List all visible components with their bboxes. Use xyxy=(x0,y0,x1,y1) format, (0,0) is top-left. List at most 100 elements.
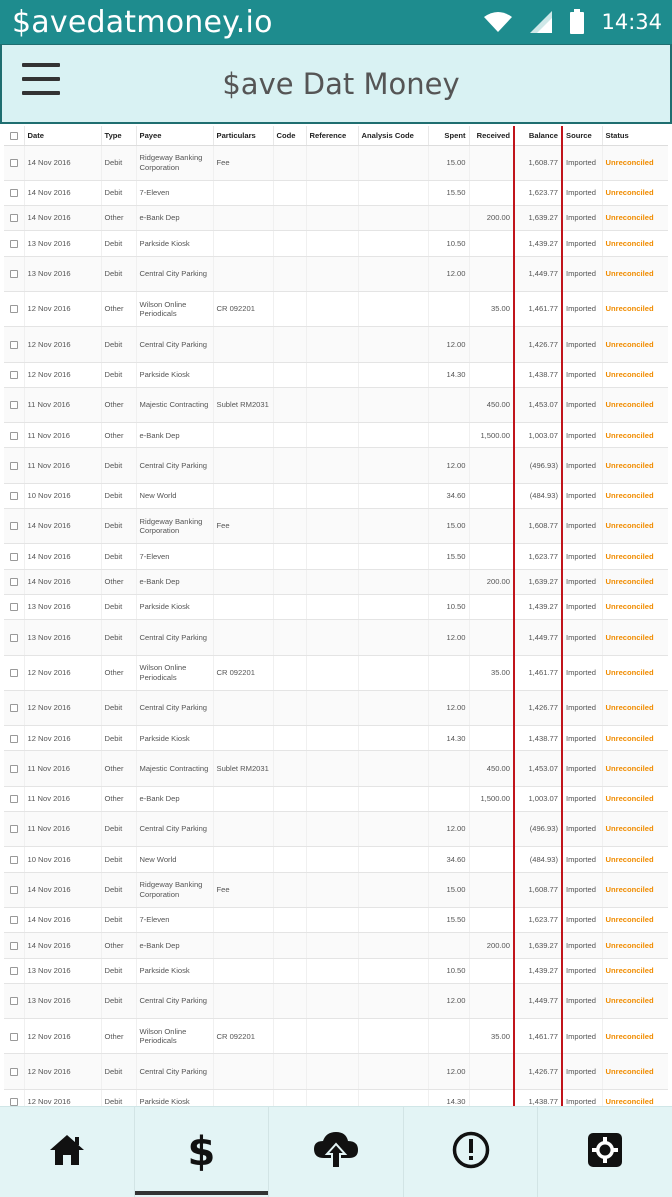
table-row[interactable]: 13 Nov 2016 Debit Parkside Kiosk 10.50 1,439… xyxy=(4,594,668,621)
transactions-table-container[interactable]: Date Type Payee Particulars Code Referen… xyxy=(4,126,668,1106)
row-checkbox[interactable] xyxy=(4,1089,25,1106)
row-checkbox[interactable] xyxy=(4,932,25,959)
row-checkbox[interactable] xyxy=(4,725,25,752)
table-row[interactable]: 14 Nov 2016 Other e-Bank Dep 200.00 1,639.27… xyxy=(4,932,668,959)
table-row[interactable]: 14 Nov 2016 Debit Ridgeway Banking Corpora… xyxy=(4,145,668,181)
table-row[interactable]: 12 Nov 2016 Debit Central City Parking 12.0… xyxy=(4,1053,668,1090)
table-row[interactable]: 12 Nov 2016 Other Wilson Online Periodical… xyxy=(4,1018,668,1055)
cell-reference xyxy=(306,750,359,787)
table-row[interactable]: 10 Nov 2016 Debit New World 34.60 (484.93) Im… xyxy=(4,483,668,510)
column-header-code[interactable]: Code xyxy=(273,126,307,146)
table-row[interactable]: 11 Nov 2016 Other e-Bank Dep 1,500.00 1,003.… xyxy=(4,786,668,813)
row-checkbox[interactable] xyxy=(4,205,25,232)
cell-spent xyxy=(428,1018,470,1055)
row-checkbox[interactable] xyxy=(4,983,25,1020)
column-header-type[interactable]: Type xyxy=(101,126,137,146)
cell-particulars xyxy=(213,846,274,873)
nav-alerts[interactable] xyxy=(404,1107,539,1197)
cell-received xyxy=(469,483,515,510)
row-checkbox[interactable] xyxy=(4,655,25,691)
row-checkbox[interactable] xyxy=(4,447,25,484)
row-checkbox[interactable] xyxy=(4,690,25,727)
table-row[interactable]: 13 Nov 2016 Debit Central City Parking 12.0… xyxy=(4,619,668,656)
row-checkbox[interactable] xyxy=(4,569,25,595)
column-header-payee[interactable]: Payee xyxy=(136,126,214,146)
cell-type: Debit xyxy=(101,180,137,207)
row-checkbox[interactable] xyxy=(4,872,25,908)
table-row[interactable]: 13 Nov 2016 Debit Central City Parking 12.0… xyxy=(4,983,668,1020)
cell-analysis-code xyxy=(358,594,429,621)
row-checkbox[interactable] xyxy=(4,483,25,510)
table-row[interactable]: 12 Nov 2016 Debit Parkside Kiosk 14.30 1,438… xyxy=(4,1089,668,1106)
table-row[interactable]: 12 Nov 2016 Debit Parkside Kiosk 14.30 1,438… xyxy=(4,362,668,388)
row-checkbox[interactable] xyxy=(4,326,25,363)
column-header-reference[interactable]: Reference xyxy=(306,126,359,146)
table-row[interactable]: 14 Nov 2016 Debit 7-Eleven 15.50 1,623.77 Imp… xyxy=(4,907,668,934)
cell-spent: 12.00 xyxy=(428,256,470,292)
row-checkbox[interactable] xyxy=(4,543,25,570)
cell-received xyxy=(469,811,515,848)
cell-status: Unreconciled xyxy=(602,1018,668,1055)
row-checkbox[interactable] xyxy=(4,256,25,292)
row-checkbox[interactable] xyxy=(4,508,25,545)
row-checkbox[interactable] xyxy=(4,387,25,424)
hamburger-menu-icon[interactable] xyxy=(22,61,62,97)
row-checkbox[interactable] xyxy=(4,846,25,873)
select-all-checkbox[interactable] xyxy=(4,126,25,146)
column-header-particulars[interactable]: Particulars xyxy=(213,126,274,146)
nav-home[interactable] xyxy=(0,1107,135,1197)
nav-settings[interactable] xyxy=(538,1107,672,1197)
column-header-spent[interactable]: Spent xyxy=(428,126,470,146)
row-checkbox[interactable] xyxy=(4,180,25,207)
row-checkbox[interactable] xyxy=(4,907,25,934)
table-row[interactable]: 11 Nov 2016 Debit Central City Parking 12.0… xyxy=(4,811,668,848)
cell-analysis-code xyxy=(358,1053,429,1090)
row-checkbox[interactable] xyxy=(4,362,25,388)
table-row[interactable]: 14 Nov 2016 Debit 7-Eleven 15.50 1,623.77 Imp… xyxy=(4,543,668,570)
cell-reference xyxy=(306,483,359,510)
column-header-source[interactable]: Source xyxy=(562,126,603,146)
column-header-analysis-code[interactable]: Analysis Code xyxy=(358,126,429,146)
row-checkbox[interactable] xyxy=(4,1018,25,1055)
row-checkbox[interactable] xyxy=(4,291,25,328)
table-header-row: Date Type Payee Particulars Code Referen… xyxy=(4,126,668,146)
row-checkbox[interactable] xyxy=(4,958,25,984)
cell-reference xyxy=(306,422,359,449)
row-checkbox[interactable] xyxy=(4,1053,25,1090)
column-header-received[interactable]: Received xyxy=(469,126,515,146)
row-checkbox[interactable] xyxy=(4,619,25,656)
cell-date: 14 Nov 2016 xyxy=(24,932,102,959)
table-row[interactable]: 12 Nov 2016 Debit Central City Parking 12.0… xyxy=(4,690,668,727)
table-row[interactable]: 14 Nov 2016 Debit 7-Eleven 15.50 1,623.77 Imp… xyxy=(4,180,668,207)
table-row[interactable]: 12 Nov 2016 Debit Parkside Kiosk 14.30 1,438… xyxy=(4,725,668,752)
column-header-status[interactable]: Status xyxy=(602,126,668,146)
row-checkbox[interactable] xyxy=(4,230,25,257)
table-row[interactable]: 12 Nov 2016 Other Wilson Online Periodical… xyxy=(4,291,668,328)
table-row[interactable]: 14 Nov 2016 Debit Ridgeway Banking Corpora… xyxy=(4,872,668,908)
row-checkbox[interactable] xyxy=(4,811,25,848)
column-header-date[interactable]: Date xyxy=(24,126,102,146)
row-checkbox[interactable] xyxy=(4,145,25,181)
row-checkbox[interactable] xyxy=(4,594,25,621)
row-checkbox[interactable] xyxy=(4,750,25,787)
table-row[interactable]: 14 Nov 2016 Other e-Bank Dep 200.00 1,639.27… xyxy=(4,205,668,232)
row-checkbox[interactable] xyxy=(4,422,25,449)
column-header-balance[interactable]: Balance xyxy=(513,126,563,146)
nav-upload[interactable] xyxy=(269,1107,404,1197)
table-row[interactable]: 10 Nov 2016 Debit New World 34.60 (484.93) Im… xyxy=(4,846,668,873)
cell-date: 14 Nov 2016 xyxy=(24,872,102,908)
row-checkbox[interactable] xyxy=(4,786,25,813)
table-row[interactable]: 14 Nov 2016 Other e-Bank Dep 200.00 1,639.27… xyxy=(4,569,668,595)
cell-spent: 15.50 xyxy=(428,543,470,570)
table-row[interactable]: 11 Nov 2016 Other Majestic Contracting Subl… xyxy=(4,750,668,787)
table-row[interactable]: 13 Nov 2016 Debit Parkside Kiosk 10.50 1,439… xyxy=(4,958,668,984)
table-row[interactable]: 14 Nov 2016 Debit Ridgeway Banking Corpora… xyxy=(4,508,668,545)
table-row[interactable]: 12 Nov 2016 Other Wilson Online Periodical… xyxy=(4,655,668,691)
table-row[interactable]: 13 Nov 2016 Debit Central City Parking 12.0… xyxy=(4,256,668,292)
nav-transactions[interactable]: $ xyxy=(134,1107,270,1197)
table-row[interactable]: 13 Nov 2016 Debit Parkside Kiosk 10.50 1,439… xyxy=(4,230,668,257)
table-row[interactable]: 11 Nov 2016 Other e-Bank Dep 1,500.00 1,003.… xyxy=(4,422,668,449)
table-row[interactable]: 12 Nov 2016 Debit Central City Parking 12.0… xyxy=(4,326,668,363)
table-row[interactable]: 11 Nov 2016 Other Majestic Contracting Subl… xyxy=(4,387,668,424)
table-row[interactable]: 11 Nov 2016 Debit Central City Parking 12.0… xyxy=(4,447,668,484)
